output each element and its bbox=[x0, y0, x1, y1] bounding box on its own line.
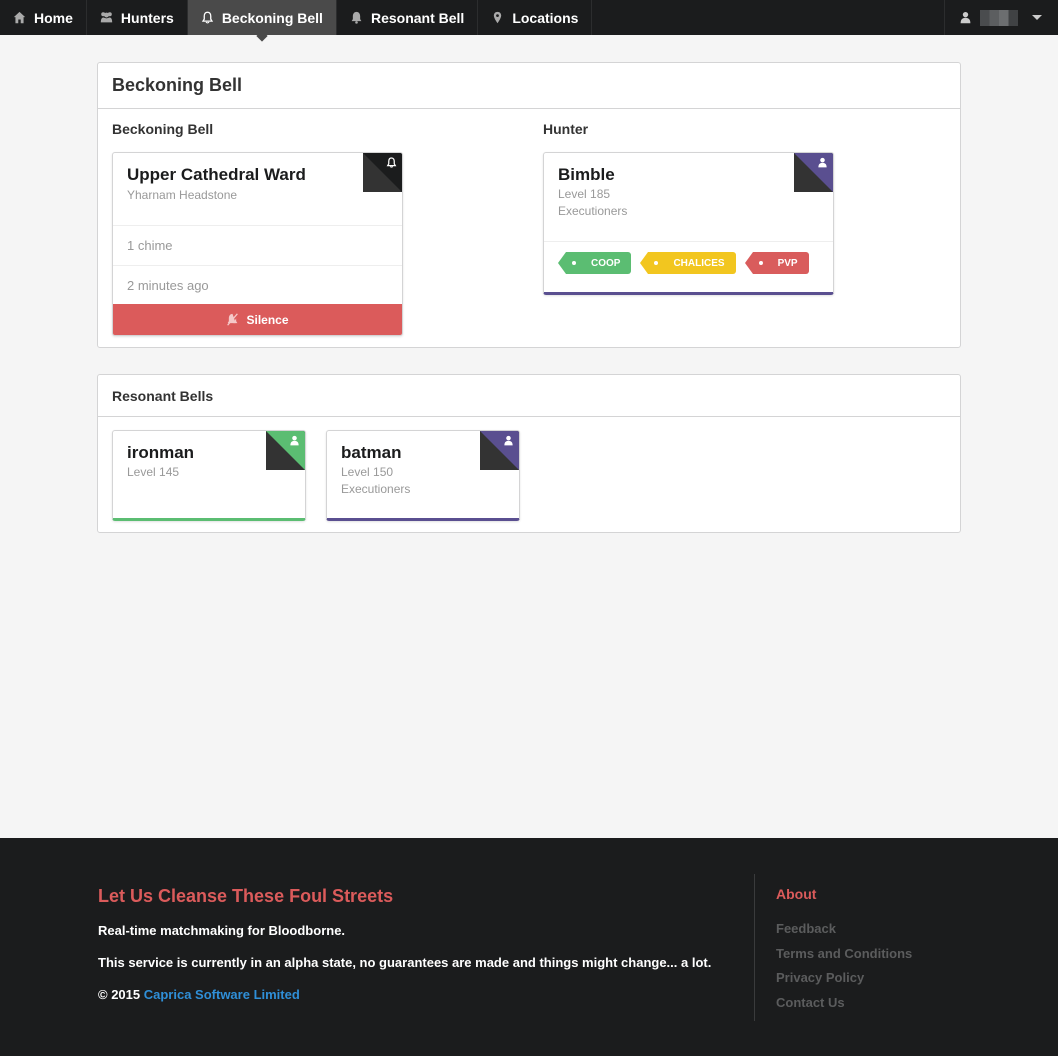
bell-icon bbox=[350, 11, 363, 24]
nav-resonant-bell[interactable]: Resonant Bell bbox=[337, 0, 479, 35]
user-icon bbox=[289, 435, 300, 446]
caret-down-icon bbox=[1032, 15, 1042, 20]
hunter-column-title: Hunter bbox=[543, 121, 589, 137]
company-link[interactable]: Caprica Software Limited bbox=[144, 987, 300, 1002]
panel-title: Beckoning Bell bbox=[98, 63, 960, 109]
nav-locations-label: Locations bbox=[512, 9, 579, 26]
tag-coop[interactable]: COOP bbox=[557, 252, 632, 274]
silence-label: Silence bbox=[246, 312, 289, 327]
footer-title: Let Us Cleanse These Foul Streets bbox=[98, 886, 394, 906]
hunter-covenant: Executioners bbox=[341, 482, 411, 496]
user-menu[interactable] bbox=[944, 0, 1058, 35]
home-icon bbox=[13, 11, 26, 24]
nav-beckoning-bell-label: Beckoning Bell bbox=[221, 9, 323, 26]
hunter-tags: COOP CHALICES PVP bbox=[544, 242, 833, 274]
user-icon bbox=[959, 11, 972, 24]
resonant-bells-panel: Resonant Bells ironman Level 145 batman … bbox=[97, 374, 961, 533]
headstone-name: Yharnam Headstone bbox=[127, 188, 238, 202]
beckoning-bell-card: Upper Cathedral Ward Yharnam Headstone 1… bbox=[112, 152, 403, 336]
footer: Let Us Cleanse These Foul Streets Real-t… bbox=[0, 838, 1058, 1056]
chime-count: 1 chime bbox=[113, 225, 402, 265]
nav-home[interactable]: Home bbox=[0, 0, 87, 35]
tag-chalices[interactable]: CHALICES bbox=[640, 252, 736, 274]
nav-home-label: Home bbox=[34, 9, 73, 26]
footer-divider bbox=[754, 874, 755, 1021]
users-icon bbox=[100, 11, 113, 24]
bell-slash-icon bbox=[227, 313, 239, 326]
privacy-link[interactable]: Privacy Policy bbox=[776, 966, 912, 991]
about-links: Feedback Terms and Conditions Privacy Po… bbox=[776, 917, 912, 1015]
resonant-hunter-card[interactable]: ironman Level 145 bbox=[112, 430, 306, 521]
resonant-hunter-card[interactable]: batman Level 150 Executioners bbox=[326, 430, 520, 521]
username-redacted bbox=[980, 9, 1018, 26]
tag-label: CHALICES bbox=[673, 257, 725, 269]
nav-locations[interactable]: Locations bbox=[478, 0, 593, 35]
contact-link[interactable]: Contact Us bbox=[776, 991, 912, 1016]
silence-button[interactable]: Silence bbox=[113, 304, 402, 335]
bell-outline-icon bbox=[386, 157, 397, 168]
map-marker-icon bbox=[491, 11, 504, 24]
footer-tagline: Real-time matchmaking for Bloodborne. bbox=[98, 923, 346, 938]
nav-hunters[interactable]: Hunters bbox=[87, 0, 188, 35]
hunter-level: Level 185 bbox=[558, 187, 611, 201]
tag-pvp[interactable]: PVP bbox=[744, 252, 809, 274]
user-icon bbox=[817, 157, 828, 168]
location-title: Upper Cathedral Ward bbox=[127, 165, 306, 184]
time-ago: 2 minutes ago bbox=[113, 265, 402, 305]
nav-resonant-bell-label: Resonant Bell bbox=[370, 9, 465, 26]
nav-beckoning-bell[interactable]: Beckoning Bell bbox=[187, 0, 337, 35]
user-icon bbox=[503, 435, 514, 446]
bell-outline-icon bbox=[201, 11, 214, 24]
footer-copyright: © 2015 Caprica Software Limited bbox=[98, 987, 300, 1002]
feedback-link[interactable]: Feedback bbox=[776, 917, 912, 942]
hunter-card[interactable]: Bimble Level 185 Executioners COOP CHALI… bbox=[543, 152, 834, 295]
beckoning-bell-panel: Beckoning Bell Beckoning Bell Hunter Upp… bbox=[97, 62, 961, 348]
tag-label: PVP bbox=[777, 257, 798, 269]
footer-alpha-notice: This service is currently in an alpha st… bbox=[98, 955, 712, 970]
copyright-text: © 2015 bbox=[98, 987, 141, 1002]
nav-hunters-label: Hunters bbox=[120, 9, 174, 26]
about-title: About bbox=[776, 886, 817, 902]
panel-title: Resonant Bells bbox=[98, 375, 960, 417]
bell-column-title: Beckoning Bell bbox=[112, 121, 214, 137]
hunter-name: Bimble bbox=[558, 165, 615, 184]
hunter-covenant: Executioners bbox=[558, 204, 628, 218]
terms-link[interactable]: Terms and Conditions bbox=[776, 942, 912, 967]
tag-label: COOP bbox=[591, 257, 621, 269]
top-navbar: Home Hunters Beckoning Bell Resonant Bel… bbox=[0, 0, 1058, 35]
